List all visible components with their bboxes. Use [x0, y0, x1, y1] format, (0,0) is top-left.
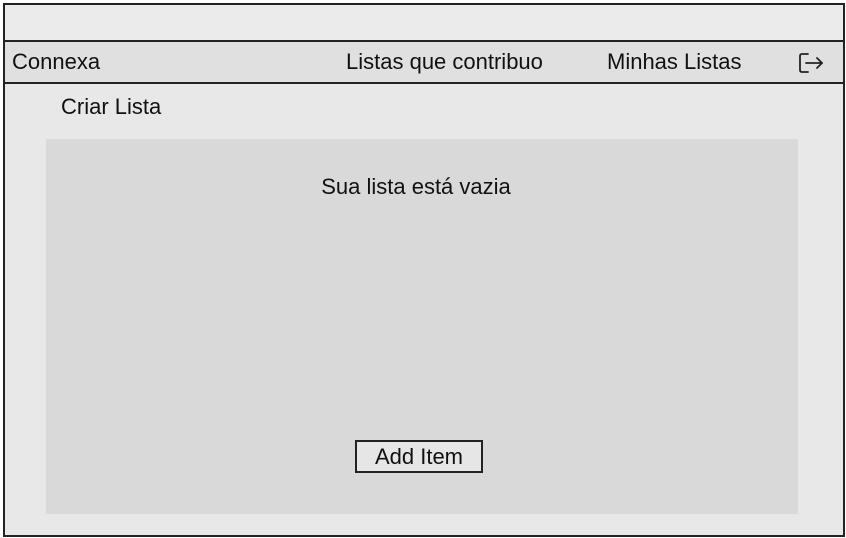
nav-link-minhas-listas[interactable]: Minhas Listas	[607, 42, 742, 82]
title-bar	[5, 5, 843, 42]
logout-icon[interactable]	[797, 51, 825, 75]
brand-link[interactable]: Connexa	[12, 42, 100, 82]
empty-list-message: Sua lista está vazia	[321, 174, 511, 199]
navbar: Connexa Listas que contribuo Minhas List…	[5, 42, 843, 84]
app-window: Connexa Listas que contribuo Minhas List…	[3, 3, 845, 537]
create-list-link[interactable]: Criar Lista	[61, 93, 161, 121]
add-item-button[interactable]: Add Item	[355, 440, 483, 473]
nav-link-listas-que-contribuo[interactable]: Listas que contribuo	[346, 42, 543, 82]
list-panel: Sua lista está vazia Add Item	[46, 139, 798, 514]
